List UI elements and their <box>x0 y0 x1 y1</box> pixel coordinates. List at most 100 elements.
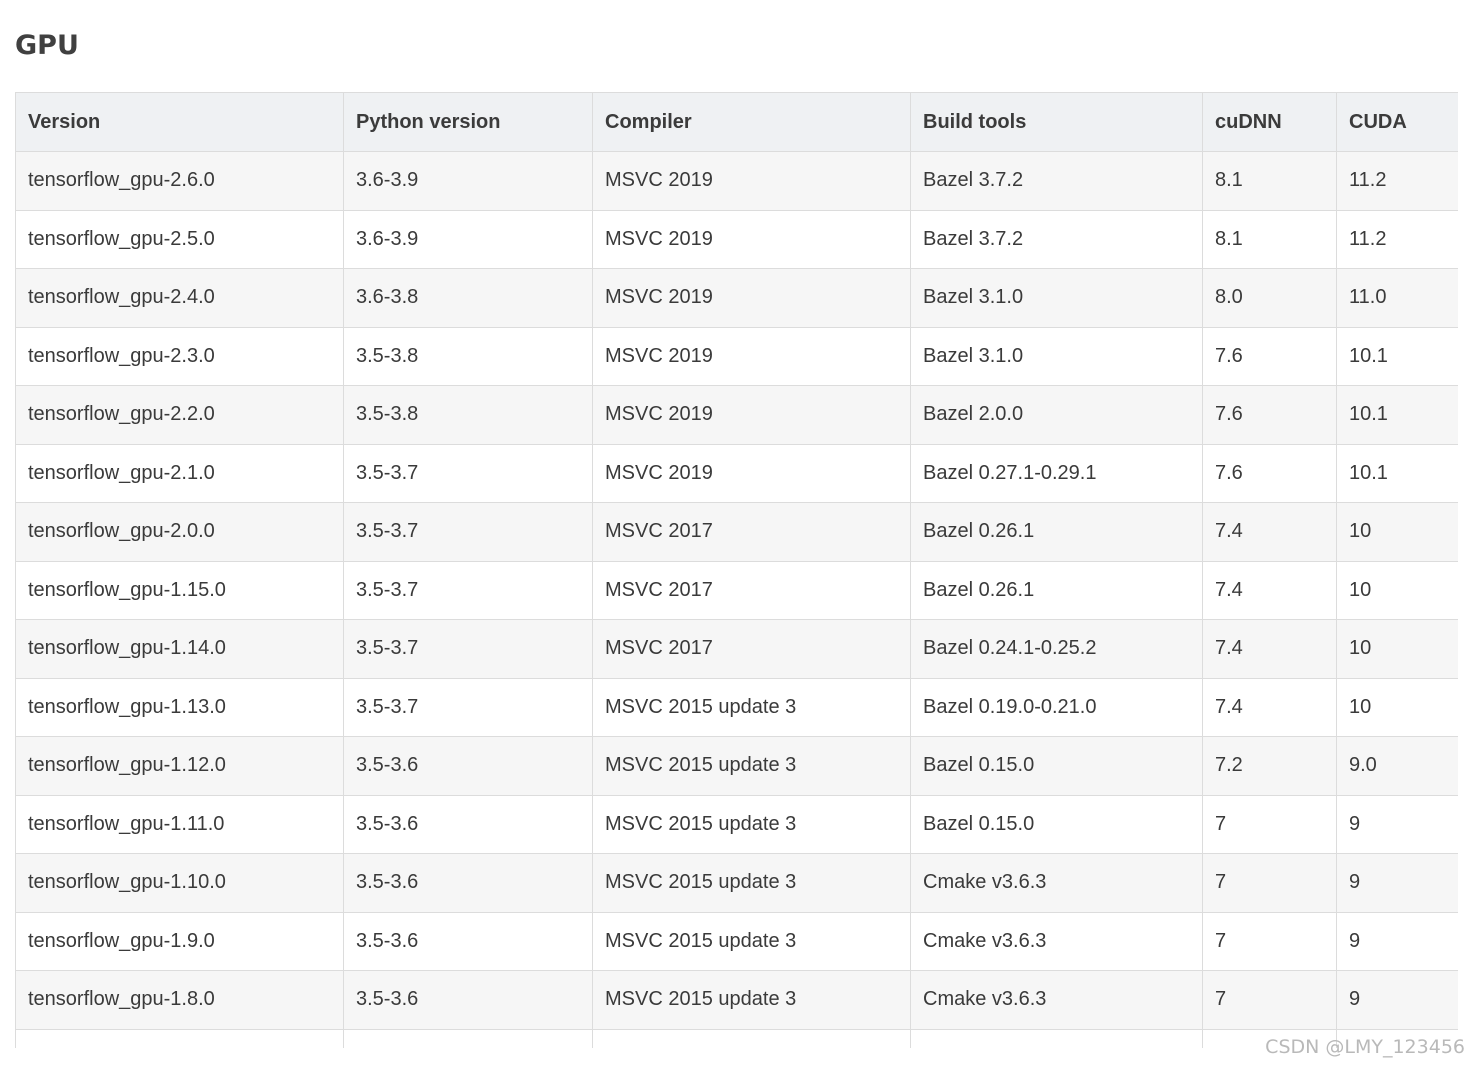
cell-version: tensorflow_gpu-2.3.0 <box>15 326 344 386</box>
cell-compiler: MSVC 2019 <box>592 326 911 386</box>
cell-compiler: MSVC 2015 update 3 <box>592 736 911 796</box>
cell-cudnn: 7.4 <box>1202 502 1337 562</box>
cell-compiler: MSVC 2017 <box>592 502 911 562</box>
cell-version: tensorflow_gpu-1.14.0 <box>15 619 344 679</box>
cell-compiler: MSVC 2019 <box>592 443 911 503</box>
cell-compiler: MSVC 2015 update 3 <box>592 677 911 737</box>
page-title: GPU <box>15 30 79 61</box>
gpu-compat-table: Version Python version Compiler Build to… <box>15 92 1458 1050</box>
cell-python-version: 3.5-3.7 <box>343 677 593 737</box>
cell-compiler: MSVC 2019 <box>592 209 911 269</box>
cell-cudnn: 7.6 <box>1202 326 1337 386</box>
header-build-tools: Build tools <box>910 92 1203 152</box>
cell-cudnn: 7.2 <box>1202 736 1337 796</box>
cell-cudnn: 8.1 <box>1202 151 1337 211</box>
cell-cuda: 9 <box>1336 911 1458 971</box>
header-version: Version <box>15 92 344 152</box>
cell-python-version: 3.5-3.8 <box>343 326 593 386</box>
cell-build-tools: Bazel 2.0.0 <box>910 385 1203 445</box>
table-row: tensorflow_gpu-1.12.0 3.5-3.6 MSVC 2015 up… <box>15 736 1458 796</box>
cell-python-version: 3.5-3.6 <box>343 736 593 796</box>
table-row: tensorflow_gpu-1.15.0 3.5-3.7 MSVC 2017 Baz… <box>15 560 1458 620</box>
cell-build-tools: Bazel 0.26.1 <box>910 502 1203 562</box>
cell-compiler: MSVC 2015 update 3 <box>592 970 911 1030</box>
cell-version: tensorflow_gpu-2.0.0 <box>15 502 344 562</box>
table-row: tensorflow_gpu-2.4.0 3.6-3.8 MSVC 2019 Baze… <box>15 268 1458 328</box>
cell-version: tensorflow_gpu-2.6.0 <box>15 151 344 211</box>
cell-cudnn: 8.1 <box>1202 209 1337 269</box>
cell-build-tools <box>910 1028 1203 1050</box>
cell-version: tensorflow_gpu-1.10.0 <box>15 853 344 913</box>
cell-python-version: 3.5-3.6 <box>343 970 593 1030</box>
cell-version: tensorflow_gpu-2.5.0 <box>15 209 344 269</box>
cell-build-tools: Cmake v3.6.3 <box>910 911 1203 971</box>
cell-build-tools: Bazel 0.27.1-0.29.1 <box>910 443 1203 503</box>
cell-cudnn: 7 <box>1202 970 1337 1030</box>
cell-build-tools: Bazel 3.1.0 <box>910 326 1203 386</box>
cell-cuda: 10 <box>1336 677 1458 737</box>
cell-version: tensorflow_gpu-2.4.0 <box>15 268 344 328</box>
cell-cuda: 11.0 <box>1336 268 1458 328</box>
table-row: tensorflow_gpu-1.10.0 3.5-3.6 MSVC 2015 up… <box>15 853 1458 913</box>
cell-version: tensorflow_gpu-1.12.0 <box>15 736 344 796</box>
table-row: tensorflow_gpu-1.9.0 3.5-3.6 MSVC 2015 upd… <box>15 911 1458 971</box>
cell-python-version: 3.5-3.6 <box>343 853 593 913</box>
cell-python-version: 3.6-3.8 <box>343 268 593 328</box>
cell-version: tensorflow_gpu-1.8.0 <box>15 970 344 1030</box>
cell-version <box>15 1028 344 1050</box>
cell-cudnn: 7 <box>1202 911 1337 971</box>
cell-compiler: MSVC 2017 <box>592 619 911 679</box>
cell-compiler: MSVC 2015 update 3 <box>592 794 911 854</box>
cell-cuda: 9.0 <box>1336 736 1458 796</box>
cell-build-tools: Bazel 3.7.2 <box>910 151 1203 211</box>
cell-compiler: MSVC 2019 <box>592 268 911 328</box>
cell-cudnn: 7.4 <box>1202 677 1337 737</box>
cell-build-tools: Bazel 3.1.0 <box>910 268 1203 328</box>
cell-build-tools: Cmake v3.6.3 <box>910 970 1203 1030</box>
cell-cuda: 11.2 <box>1336 151 1458 211</box>
cell-python-version: 3.5-3.8 <box>343 385 593 445</box>
cell-cudnn: 7 <box>1202 794 1337 854</box>
table-row: tensorflow_gpu-1.11.0 3.5-3.6 MSVC 2015 up… <box>15 794 1458 854</box>
cell-version: tensorflow_gpu-1.11.0 <box>15 794 344 854</box>
cell-python-version: 3.5-3.7 <box>343 619 593 679</box>
cell-build-tools: Bazel 3.7.2 <box>910 209 1203 269</box>
cell-compiler: MSVC 2015 update 3 <box>592 853 911 913</box>
cell-version: tensorflow_gpu-1.9.0 <box>15 911 344 971</box>
cell-cuda: 10 <box>1336 619 1458 679</box>
table-row: tensorflow_gpu-2.0.0 3.5-3.7 MSVC 2017 Baze… <box>15 502 1458 562</box>
cell-build-tools: Cmake v3.6.3 <box>910 853 1203 913</box>
table-row: tensorflow_gpu-2.6.0 3.6-3.9 MSVC 2019 Baze… <box>15 151 1458 211</box>
cell-build-tools: Bazel 0.15.0 <box>910 736 1203 796</box>
cell-version: tensorflow_gpu-1.13.0 <box>15 677 344 737</box>
header-python-version: Python version <box>343 92 593 152</box>
cell-python-version: 3.5-3.7 <box>343 560 593 620</box>
cell-build-tools: Bazel 0.24.1-0.25.2 <box>910 619 1203 679</box>
cell-cudnn: 7.6 <box>1202 443 1337 503</box>
cell-compiler: MSVC 2019 <box>592 151 911 211</box>
cell-python-version <box>343 1028 593 1050</box>
cell-python-version: 3.5-3.7 <box>343 502 593 562</box>
table-row <box>15 1028 1458 1050</box>
cell-cuda: 9 <box>1336 853 1458 913</box>
cell-python-version: 3.5-3.7 <box>343 443 593 503</box>
cell-cudnn: 7.4 <box>1202 560 1337 620</box>
cell-cuda: 10.1 <box>1336 385 1458 445</box>
cell-version: tensorflow_gpu-2.1.0 <box>15 443 344 503</box>
cell-compiler: MSVC 2015 update 3 <box>592 911 911 971</box>
cell-cudnn: 8.0 <box>1202 268 1337 328</box>
cell-python-version: 3.6-3.9 <box>343 209 593 269</box>
cell-python-version: 3.5-3.6 <box>343 794 593 854</box>
table-header: Version Python version Compiler Build to… <box>15 92 1458 152</box>
table-row: tensorflow_gpu-2.1.0 3.5-3.7 MSVC 2019 Baze… <box>15 443 1458 503</box>
cell-build-tools: Bazel 0.15.0 <box>910 794 1203 854</box>
header-cudnn: cuDNN <box>1202 92 1337 152</box>
page-bottom-edge <box>0 1048 1481 1066</box>
cell-compiler: MSVC 2017 <box>592 560 911 620</box>
cell-version: tensorflow_gpu-2.2.0 <box>15 385 344 445</box>
cell-cuda: 9 <box>1336 970 1458 1030</box>
header-cuda: CUDA <box>1336 92 1458 152</box>
cell-cuda: 11.2 <box>1336 209 1458 269</box>
cell-cuda: 10.1 <box>1336 326 1458 386</box>
header-compiler: Compiler <box>592 92 911 152</box>
